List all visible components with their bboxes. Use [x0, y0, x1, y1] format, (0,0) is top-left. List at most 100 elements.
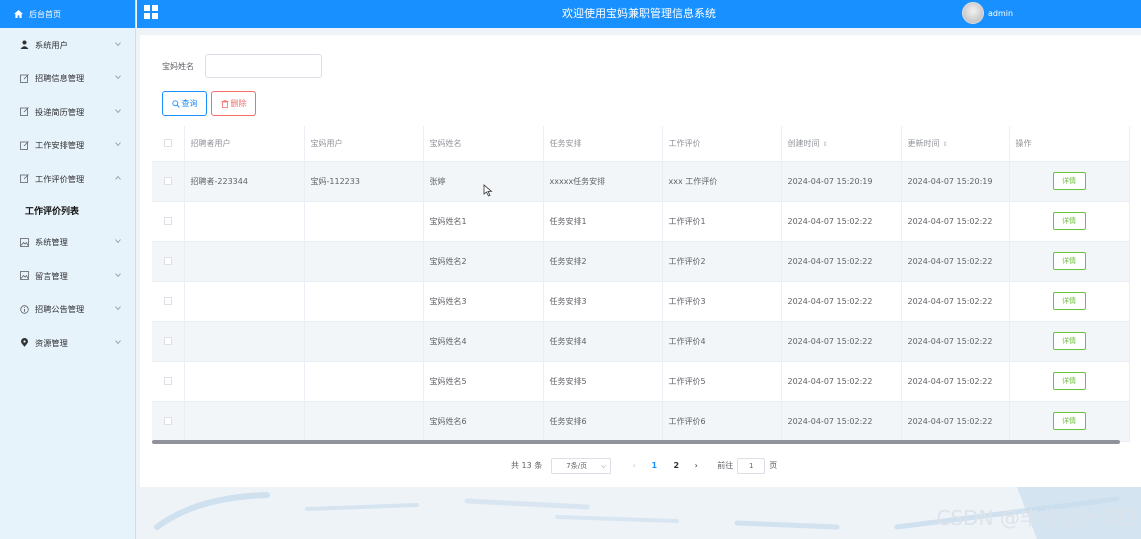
header-updated[interactable]: 更新时间 ⇕	[901, 126, 1010, 162]
edit-icon	[20, 107, 35, 117]
table-cell	[184, 281, 305, 322]
header-created-label: 创建时间	[787, 138, 820, 148]
table-cell: 宝妈姓名3	[423, 281, 544, 322]
chevron-down-icon	[115, 306, 121, 311]
detail-button[interactable]: 详情	[1052, 252, 1086, 270]
table-cell	[184, 201, 305, 242]
detail-button[interactable]: 详情	[1052, 412, 1086, 430]
table-row[interactable]: 招聘者-223344 宝妈-112233 张婷 xxxxx任务安排 xxx 工作评价 20…	[152, 161, 1130, 202]
row-checkbox[interactable]	[163, 257, 172, 265]
sidebar-item-label: 系统用户	[35, 39, 68, 50]
row-checkbox[interactable]	[163, 297, 172, 305]
page-1-button[interactable]: 1	[643, 461, 665, 470]
table-cell: 宝妈姓名5	[423, 361, 544, 402]
search-icon	[171, 99, 180, 108]
table-cell: 宝妈姓名6	[423, 401, 544, 442]
picture-icon	[20, 237, 35, 247]
detail-button[interactable]: 详情	[1052, 172, 1086, 190]
next-page-button[interactable]: ›	[687, 461, 705, 470]
table-cell: 2024-04-07 15:02:22	[901, 281, 1010, 322]
brand-label: 后台首页	[29, 9, 61, 19]
edit-icon	[20, 140, 35, 150]
detail-button[interactable]: 详情	[1052, 332, 1086, 350]
sidebar-item-8[interactable]: 资源管理	[0, 326, 135, 360]
row-select-cell	[152, 161, 185, 202]
sidebar-item-7[interactable]: 招聘公告管理	[0, 293, 135, 327]
row-checkbox[interactable]	[163, 377, 172, 385]
table-cell: 2024-04-07 15:20:19	[781, 161, 902, 202]
name-search-input[interactable]	[205, 54, 322, 78]
sidebar-item-5[interactable]: 系统管理	[0, 226, 135, 260]
actions-cell: 详情	[1009, 401, 1130, 442]
user-icon	[20, 40, 35, 50]
table-row[interactable]: 宝妈姓名5 任务安排5 工作评价5 2024-04-07 15:02:22 2024-0…	[152, 361, 1130, 402]
table-cell	[184, 361, 305, 402]
header-recruiter: 招聘者用户	[184, 126, 305, 162]
table-cell: 工作评价2	[662, 241, 782, 282]
delete-button-label: 删除	[230, 99, 247, 108]
row-checkbox[interactable]	[163, 417, 172, 425]
table-cell: 2024-04-07 15:02:22	[901, 321, 1010, 362]
sidebar-item-2[interactable]: 投递简历管理	[0, 95, 135, 129]
sidebar-item-4[interactable]: 工作评价管理	[0, 162, 135, 196]
sidebar-subitem-active[interactable]: 工作评价列表	[0, 195, 135, 226]
goto-page-input[interactable]: 1	[737, 457, 766, 474]
detail-button[interactable]: 详情	[1052, 292, 1086, 310]
table-cell: 2024-04-07 15:02:22	[901, 401, 1010, 442]
chevron-down-icon	[601, 464, 607, 468]
sidebar-item-label: 留言管理	[35, 270, 68, 281]
avatar[interactable]	[962, 2, 984, 24]
header-mom-name: 宝妈姓名	[423, 126, 544, 162]
row-checkbox[interactable]	[163, 217, 172, 225]
sort-icon[interactable]: ⇕	[823, 141, 828, 148]
table-row[interactable]: 宝妈姓名4 任务安排4 工作评价4 2024-04-07 15:02:22 2024-0…	[152, 321, 1130, 362]
table-row[interactable]: 宝妈姓名3 任务安排3 工作评价3 2024-04-07 15:02:22 2024-0…	[152, 281, 1130, 322]
actions-cell: 详情	[1009, 161, 1130, 202]
chevron-down-icon	[115, 142, 121, 147]
chevron-down-icon	[115, 41, 121, 46]
sidebar-item-3[interactable]: 工作安排管理	[0, 129, 135, 163]
pagination: 共 13 条 7条/页 ‹ 1 2 › 前往 1 页	[511, 457, 777, 474]
table-row[interactable]: 宝妈姓名1 任务安排1 工作评价1 2024-04-07 15:02:22 2024-0…	[152, 201, 1130, 242]
table-cell	[184, 401, 305, 442]
mouse-cursor-icon	[483, 184, 493, 197]
detail-button[interactable]: 详情	[1052, 212, 1086, 230]
table-row[interactable]: 宝妈姓名2 任务安排2 工作评价2 2024-04-07 15:02:22 2024-0…	[152, 241, 1130, 282]
table-cell: 2024-04-07 15:02:22	[781, 201, 902, 242]
sidebar-home-link[interactable]: 后台首页	[0, 0, 135, 28]
menu-grid-icon[interactable]	[144, 5, 158, 19]
row-checkbox[interactable]	[163, 177, 172, 185]
sidebar-item-0[interactable]: 系统用户	[0, 28, 135, 62]
header-actions: 操作	[1009, 126, 1130, 162]
table-cell: 2024-04-07 15:02:22	[901, 201, 1010, 242]
prev-page-button[interactable]: ‹	[625, 461, 643, 470]
sidebar-item-6[interactable]: 留言管理	[0, 259, 135, 293]
table-cell: xxx 工作评价	[662, 161, 782, 202]
sidebar-item-label: 工作安排管理	[35, 140, 85, 151]
table-cell: 宝妈-112233	[304, 161, 424, 202]
watermark-text: CSDN @毕业设计703	[936, 506, 1138, 530]
horizontal-scrollbar[interactable]	[152, 440, 1120, 444]
user-name[interactable]: admin	[988, 0, 1013, 27]
table-cell: 任务安排6	[543, 401, 663, 442]
info-icon	[20, 305, 35, 314]
sidebar-item-label: 工作评价管理	[35, 173, 85, 184]
table-cell: 2024-04-07 15:20:19	[901, 161, 1010, 202]
table-cell: 2024-04-07 15:02:22	[781, 401, 902, 442]
sidebar-item-1[interactable]: 招聘信息管理	[0, 62, 135, 96]
chevron-down-icon	[115, 75, 121, 80]
chevron-up-icon	[115, 175, 121, 180]
detail-button[interactable]: 详情	[1052, 372, 1086, 390]
row-checkbox[interactable]	[163, 337, 172, 345]
select-all-checkbox[interactable]	[163, 139, 172, 148]
header-created[interactable]: 创建时间 ⇕	[781, 126, 902, 162]
table-row[interactable]: 宝妈姓名6 任务安排6 工作评价6 2024-04-07 15:02:22 2024-0…	[152, 401, 1130, 442]
table-cell: 任务安排3	[543, 281, 663, 322]
page-2-button[interactable]: 2	[665, 461, 687, 470]
table-cell: 宝妈姓名4	[423, 321, 544, 362]
sort-icon[interactable]: ⇕	[943, 141, 948, 148]
delete-button[interactable]: 删除	[211, 91, 256, 116]
edit-icon	[20, 73, 35, 83]
page-size-select[interactable]: 7条/页	[551, 457, 612, 474]
search-button[interactable]: 查询	[162, 91, 207, 116]
